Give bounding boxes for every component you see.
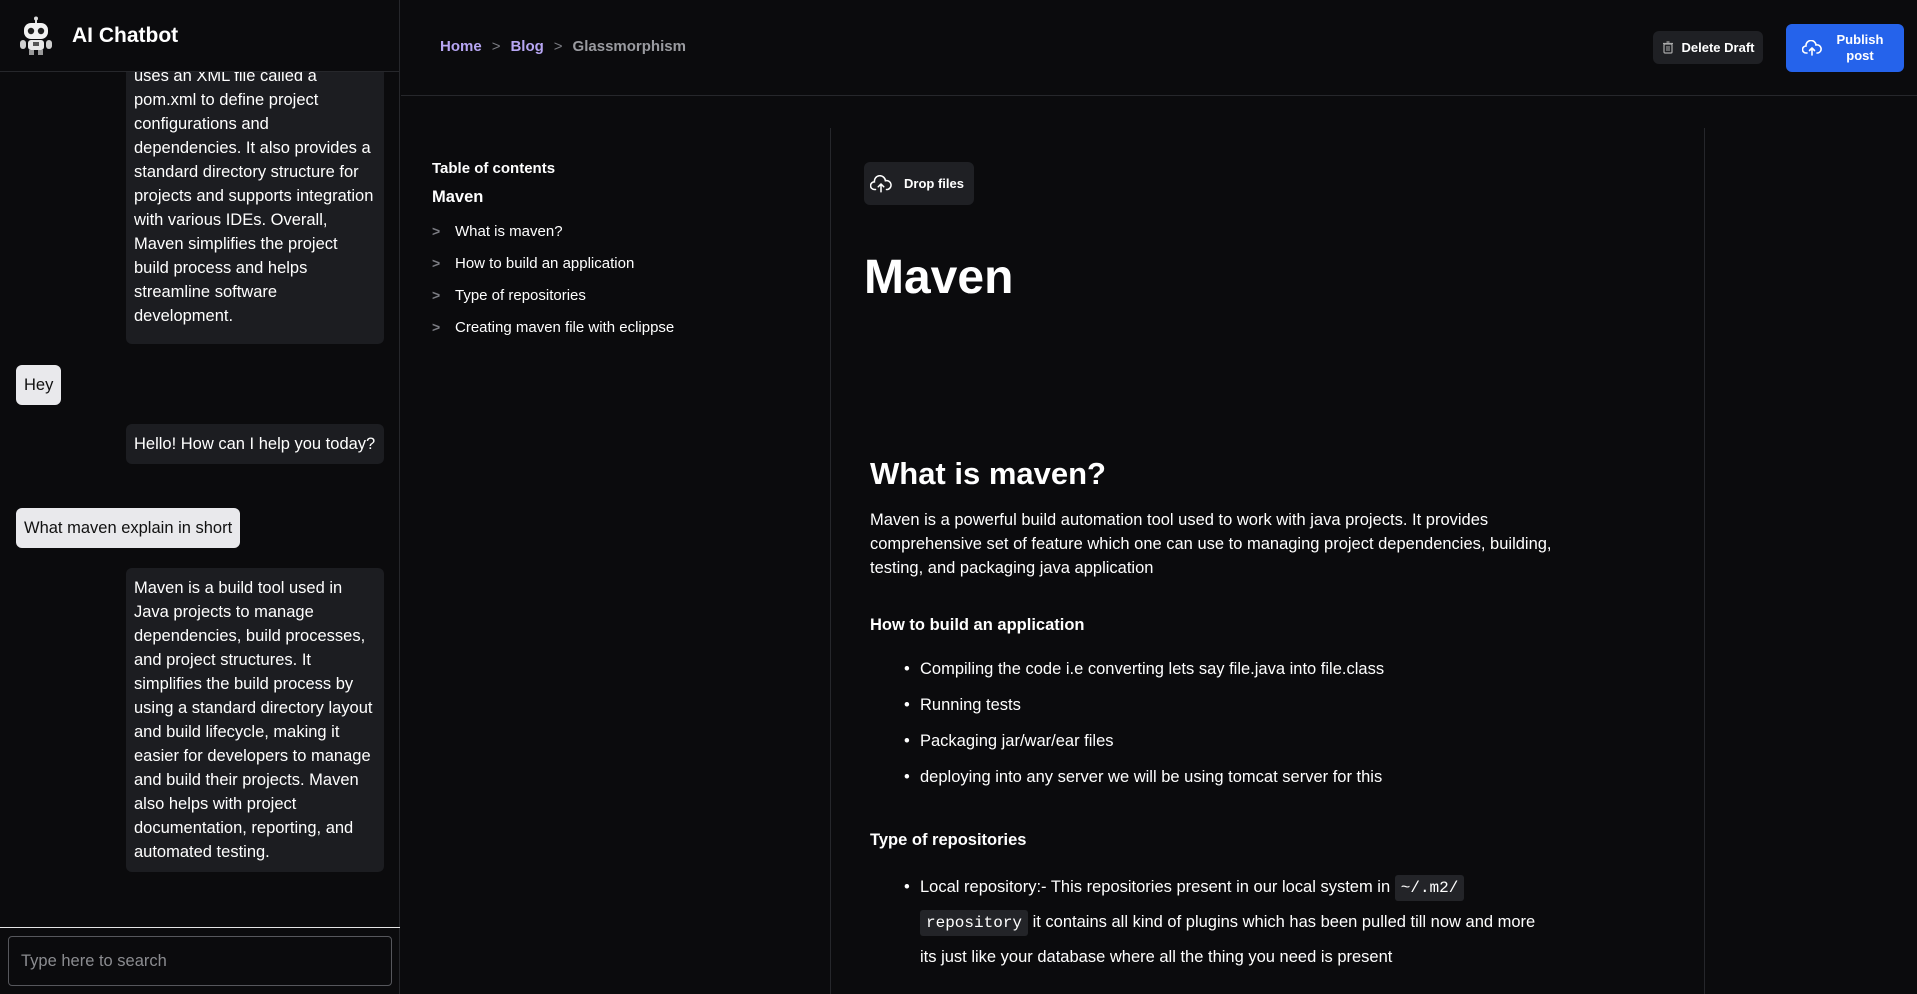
- toc-title: Table of contents: [432, 160, 556, 177]
- editor-content[interactable]: What is maven? Maven is a powerful build…: [870, 456, 1570, 974]
- toc-item-label: Creating maven file with eclippse: [455, 318, 675, 336]
- inline-code: ~/.m2/: [1394, 875, 1465, 901]
- toc-item[interactable]: > Creating maven file with eclippse: [432, 311, 812, 343]
- toc-item-label: What is maven?: [455, 222, 563, 240]
- build-list: Compiling the code i.e converting lets s…: [904, 657, 1570, 789]
- list-item: Running tests: [904, 693, 1570, 717]
- breadcrumb-home[interactable]: Home: [440, 38, 482, 55]
- list-item: Packaging jar/war/ear files: [904, 729, 1570, 753]
- chat-search-input[interactable]: [8, 936, 392, 986]
- chat-messages[interactable]: uses an XML file called a pom.xml to def…: [0, 72, 400, 926]
- chat-sidebar: AI Chatbot uses an XML file called a pom…: [0, 0, 400, 994]
- list-item: Local repository:- This repositories pre…: [904, 870, 1554, 974]
- breadcrumb: Home > Blog > Glassmorphism: [440, 38, 686, 55]
- publish-post-button[interactable]: Publish post: [1786, 24, 1904, 72]
- drop-files-button[interactable]: Drop files: [864, 162, 974, 205]
- chat-input-area: [0, 927, 400, 994]
- app: AI Chatbot uses an XML file called a pom…: [0, 0, 1917, 994]
- toc-item-label: Type of repositories: [455, 286, 586, 304]
- editor-left-divider: [830, 128, 831, 994]
- toc-item[interactable]: > What is maven?: [432, 215, 812, 247]
- user-message: Hey: [16, 365, 62, 405]
- breadcrumb-current: Glassmorphism: [572, 38, 686, 55]
- breadcrumb-separator: >: [491, 38, 501, 55]
- build-heading: How to build an application: [870, 616, 1085, 634]
- toc-item-label: How to build an application: [455, 254, 635, 272]
- editor-right-divider: [1704, 128, 1705, 994]
- top-bar: Home > Blog > Glassmorphism Delete Draft…: [401, 0, 1917, 96]
- robot-icon: [20, 16, 52, 55]
- bot-message: Hello! How can I help you today?: [126, 424, 384, 464]
- toc-item[interactable]: > Type of repositories: [432, 279, 812, 311]
- repositories-heading: Type of repositories: [870, 831, 1027, 849]
- list-item: Compiling the code i.e converting lets s…: [904, 657, 1570, 681]
- repo-text: Local repository:- This repositories pre…: [920, 878, 1395, 896]
- delete-draft-button[interactable]: Delete Draft: [1653, 31, 1763, 64]
- section-heading: What is maven?: [870, 456, 1106, 491]
- chevron-right-icon: >: [432, 223, 441, 239]
- chevron-right-icon: >: [432, 319, 441, 335]
- publish-post-label: Publish post: [1836, 32, 1884, 63]
- intro-paragraph: Maven is a powerful build automation too…: [870, 511, 1552, 577]
- app-title: AI Chatbot: [72, 23, 179, 47]
- chevron-right-icon: >: [432, 287, 441, 303]
- user-message: What maven explain in short: [16, 508, 241, 548]
- trash-icon: [1662, 41, 1673, 54]
- bot-message: uses an XML file called a pom.xml to def…: [126, 72, 384, 344]
- chevron-right-icon: >: [432, 255, 441, 271]
- delete-draft-label: Delete Draft: [1681, 40, 1755, 55]
- list-item: deploying into any server we will be usi…: [904, 765, 1570, 789]
- cloud-upload-icon: [870, 174, 892, 192]
- breadcrumb-separator: >: [553, 38, 563, 55]
- toc-main-heading[interactable]: Maven: [432, 188, 812, 207]
- document-title[interactable]: Maven: [864, 250, 1013, 305]
- breadcrumb-blog[interactable]: Blog: [510, 38, 543, 55]
- toc-item[interactable]: > How to build an application: [432, 247, 812, 279]
- inline-code: repository: [920, 910, 1029, 936]
- cloud-upload-icon: [1802, 40, 1822, 56]
- sidebar-header: AI Chatbot: [0, 0, 400, 72]
- repositories-list: Local repository:- This repositories pre…: [904, 870, 1554, 974]
- bot-message: Maven is a build tool used in Java proje…: [126, 568, 384, 872]
- drop-files-label: Drop files: [904, 176, 964, 191]
- table-of-contents: Table of contents Maven > What is maven?…: [432, 160, 812, 343]
